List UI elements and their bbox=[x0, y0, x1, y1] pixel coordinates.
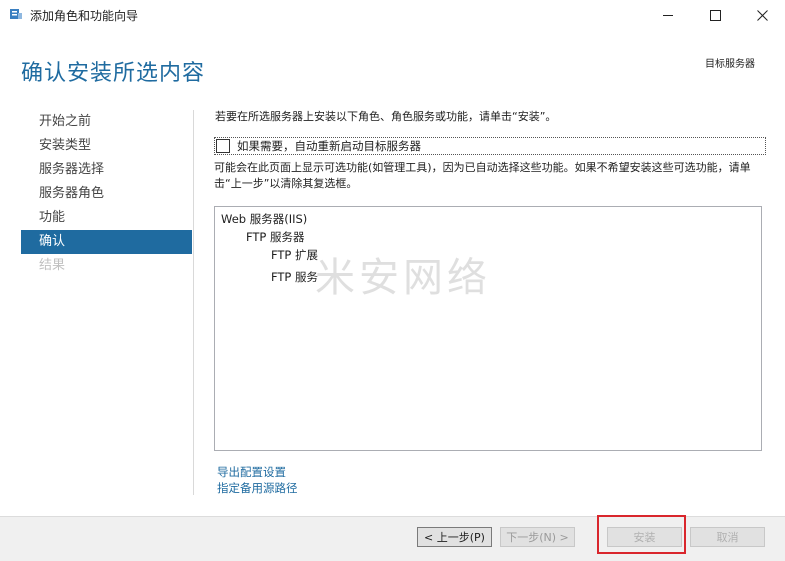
close-button[interactable] bbox=[739, 0, 785, 30]
previous-button[interactable]: < 上一步(P) bbox=[417, 527, 492, 547]
export-config-link[interactable]: 导出配置设置 bbox=[217, 464, 286, 480]
server-manager-icon bbox=[10, 9, 22, 19]
close-icon bbox=[756, 9, 768, 21]
watermark-text: 米安网络 bbox=[315, 255, 491, 301]
restart-checkbox[interactable] bbox=[216, 139, 230, 153]
title-bar: 添加角色和功能向导 bbox=[0, 0, 785, 30]
nav-item-results: 结果 bbox=[39, 258, 66, 273]
wizard-nav: 开始之前 安装类型 服务器选择 服务器角色 功能 确认 结果 bbox=[21, 110, 192, 278]
nav-item-confirmation[interactable]: 确认 bbox=[21, 230, 192, 254]
features-list[interactable]: Web 服务器(IIS) FTP 服务器 FTP 扩展 FTP 服务 bbox=[214, 206, 762, 451]
restart-label[interactable]: 如果需要，自动重新启动目标服务器 bbox=[237, 138, 421, 154]
nav-item-server-roles[interactable]: 服务器角色 bbox=[21, 182, 192, 206]
install-highlight-box bbox=[597, 515, 686, 554]
restart-option[interactable]: 如果需要，自动重新启动目标服务器 bbox=[214, 137, 766, 155]
list-item: Web 服务器(IIS) bbox=[221, 212, 308, 226]
nav-item-installation-type[interactable]: 安装类型 bbox=[21, 134, 192, 158]
install-instruction: 若要在所选服务器上安装以下角色、角色服务或功能，请单击“安装”。 bbox=[215, 110, 557, 123]
maximize-button[interactable] bbox=[692, 0, 738, 30]
nav-item-server-selection[interactable]: 服务器选择 bbox=[21, 158, 192, 182]
nav-item-features[interactable]: 功能 bbox=[21, 206, 192, 230]
window-title: 添加角色和功能向导 bbox=[30, 9, 139, 23]
minimize-button[interactable] bbox=[645, 0, 691, 30]
maximize-icon bbox=[709, 9, 721, 21]
target-server-label: 目标服务器 bbox=[705, 59, 755, 70]
minimize-icon bbox=[662, 14, 673, 16]
cancel-button[interactable]: 取消 bbox=[690, 527, 765, 547]
page-title: 确认安装所选内容 bbox=[21, 61, 206, 86]
alternate-source-link[interactable]: 指定备用源路径 bbox=[217, 480, 298, 496]
next-button[interactable]: 下一步(N) > bbox=[500, 527, 575, 547]
optional-features-notice: 可能会在此页面上显示可选功能(如管理工具)，因为已自动选择这些功能。如果不希望安… bbox=[214, 161, 751, 190]
list-item: FTP 扩展 bbox=[271, 248, 319, 262]
list-item: FTP 服务 bbox=[271, 270, 319, 284]
nav-divider bbox=[193, 110, 194, 495]
nav-item-before-you-begin[interactable]: 开始之前 bbox=[21, 110, 192, 134]
list-item: FTP 服务器 bbox=[246, 230, 305, 244]
